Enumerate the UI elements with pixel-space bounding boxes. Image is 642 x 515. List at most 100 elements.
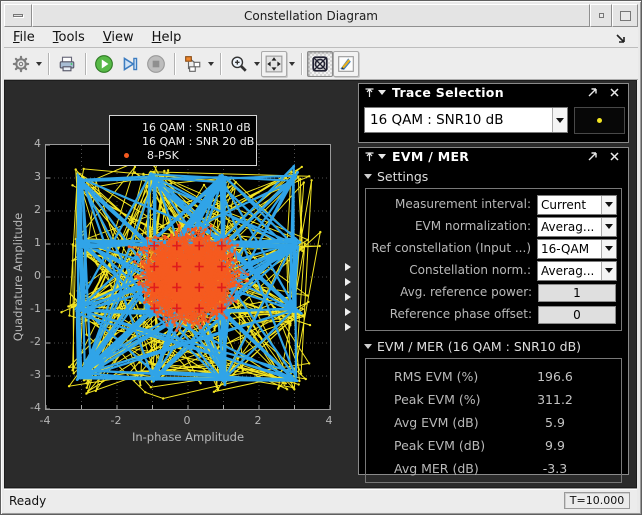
fit-view-dropdown-arrow[interactable] — [287, 51, 296, 77]
new-plot-button[interactable] — [333, 51, 359, 77]
stop-button[interactable] — [143, 51, 169, 77]
x-axis-label: In-phase Amplitude — [45, 430, 331, 444]
dock-pin-icon[interactable] — [364, 87, 375, 98]
measurement-interval-combo[interactable]: Current — [537, 195, 617, 215]
splitter-arrow-icon — [345, 263, 351, 271]
setting-label: Constellation norm.: — [368, 264, 537, 277]
y-tick-label: 3 — [15, 170, 41, 183]
splitter-arrow-icon — [345, 278, 351, 286]
constellation-norm-combo[interactable]: Averag... — [537, 261, 617, 281]
print-button[interactable] — [54, 51, 80, 77]
y-tick-label: 1 — [15, 236, 41, 249]
window-menu-button[interactable] — [4, 4, 32, 27]
run-button[interactable] — [91, 51, 117, 77]
menu-help[interactable]: Help — [143, 28, 191, 47]
y-tick-label: -3 — [15, 368, 41, 381]
main-area: Quadrature Amplitude In-phase Amplitude … — [4, 80, 637, 488]
y-tick-label: -4 — [15, 401, 41, 414]
result-row: Avg EVM (dB) 5.9 — [368, 411, 617, 434]
menu-view[interactable]: View — [94, 28, 143, 47]
section-collapse-icon — [364, 174, 372, 179]
time-indicator: T=10.000 — [564, 492, 630, 509]
result-row: Peak EVM (%) 311.2 — [368, 388, 617, 411]
trace-selection-header: Trace Selection — [359, 84, 628, 101]
dropdown-arrow-icon — [601, 240, 616, 258]
legend-item[interactable]: 16 QAM : SNR 20 dB — [116, 134, 250, 148]
avg-reference-power-input[interactable]: 1 — [538, 284, 616, 302]
panel-title: EVM / MER — [392, 149, 587, 164]
settings-section-header[interactable]: Settings — [359, 165, 628, 186]
legend-item[interactable]: 16 QAM : SNR10 dB — [116, 120, 250, 134]
result-value: 5.9 — [507, 415, 603, 430]
printer-icon — [58, 55, 76, 73]
trace-selector-combo[interactable]: 16 QAM : SNR10 dB — [364, 107, 568, 133]
evm-normalization-combo[interactable]: Averag... — [537, 217, 617, 237]
ref-constellation-combo[interactable]: 16-QAM — [537, 239, 617, 259]
constellation-display-toggle[interactable] — [307, 51, 333, 77]
constellation-canvas-svg — [46, 145, 330, 409]
zoom-in-button[interactable] — [226, 51, 252, 77]
close-icon[interactable] — [609, 151, 620, 162]
plot-legend: 16 QAM : SNR10 dB 16 QAM : SNR 20 dB 8-P… — [109, 115, 257, 166]
collapse-arrow-icon[interactable] — [378, 90, 386, 95]
y-tick-label: 4 — [15, 137, 41, 150]
evm-mer-panel: EVM / MER Settings Measurement interval: — [358, 147, 629, 475]
y-tick-label: -2 — [15, 335, 41, 348]
x-tick-label: 4 — [314, 414, 344, 427]
menu-tools[interactable]: Tools — [44, 28, 94, 47]
step-button[interactable] — [117, 51, 143, 77]
dropdown-arrow-icon — [601, 196, 616, 214]
toolbar-separator — [48, 53, 49, 75]
toolbar-separator — [85, 53, 86, 75]
trace-marker-icon — [597, 118, 602, 123]
zoom-in-icon — [230, 55, 248, 73]
play-icon — [94, 54, 114, 74]
result-row: Avg MER (dB) -3.3 — [368, 457, 617, 480]
app-window: Constellation Diagram File Tools View He… — [0, 0, 642, 515]
menu-file[interactable]: File — [4, 28, 44, 47]
x-tick-label: -4 — [30, 414, 60, 427]
trace-selection-body: 16 QAM : SNR10 dB — [359, 101, 628, 141]
flowgraph-icon — [184, 55, 202, 73]
float-panel-icon[interactable] — [587, 87, 598, 98]
collapse-arrow-icon[interactable] — [378, 154, 386, 159]
dock-pin-icon[interactable] — [364, 151, 375, 162]
flowgraph-dropdown-arrow[interactable] — [206, 51, 215, 77]
settings-group: Measurement interval: Current EVM normal… — [365, 188, 622, 331]
minimize-button[interactable] — [590, 4, 612, 27]
trace-style-swatch[interactable] — [574, 107, 625, 134]
y-tick-label: 0 — [15, 269, 41, 282]
results-group: RMS EVM (%) 196.6 Peak EVM (%) 311.2 Avg… — [365, 358, 622, 483]
step-icon — [120, 54, 140, 74]
float-panel-icon[interactable] — [587, 151, 598, 162]
close-icon[interactable] — [609, 87, 620, 98]
gear-icon — [12, 55, 30, 73]
splitter-arrow-icon — [345, 323, 351, 331]
plot-canvas[interactable] — [45, 144, 331, 410]
window-title: Constellation Diagram — [32, 4, 590, 27]
toolbar-separator — [220, 53, 221, 75]
maximize-button[interactable] — [612, 4, 638, 27]
toolbar — [4, 48, 638, 80]
zoom-dropdown-arrow[interactable] — [252, 51, 261, 77]
result-row: Peak EVM (dB) 9.9 — [368, 434, 617, 457]
trace-selection-panel: Trace Selection 16 QAM : SNR10 dB — [358, 83, 629, 143]
setting-label: Measurement interval: — [368, 198, 537, 211]
setting-label: Avg. reference power: — [368, 286, 538, 299]
corner-grip-icon — [614, 30, 628, 44]
setting-label: Reference phase offset: — [368, 308, 538, 321]
reference-phase-offset-input[interactable]: 0 — [538, 306, 616, 324]
section-collapse-icon — [364, 344, 372, 349]
evm-mer-header: EVM / MER — [359, 148, 628, 165]
fit-view-button[interactable] — [261, 51, 287, 77]
legend-item[interactable]: 8-PSK — [116, 148, 250, 162]
result-value: -3.3 — [507, 461, 603, 476]
x-tick-label: 0 — [172, 414, 202, 427]
flowgraph-button[interactable] — [180, 51, 206, 77]
settings-button[interactable] — [8, 51, 34, 77]
results-section-header[interactable]: EVM / MER (16 QAM : SNR10 dB) — [359, 331, 628, 356]
settings-dropdown-arrow[interactable] — [34, 51, 43, 77]
dock-splitter-handle[interactable] — [342, 263, 354, 331]
result-row: RMS EVM (%) 196.6 — [368, 365, 617, 388]
panel-title: Trace Selection — [392, 85, 587, 100]
